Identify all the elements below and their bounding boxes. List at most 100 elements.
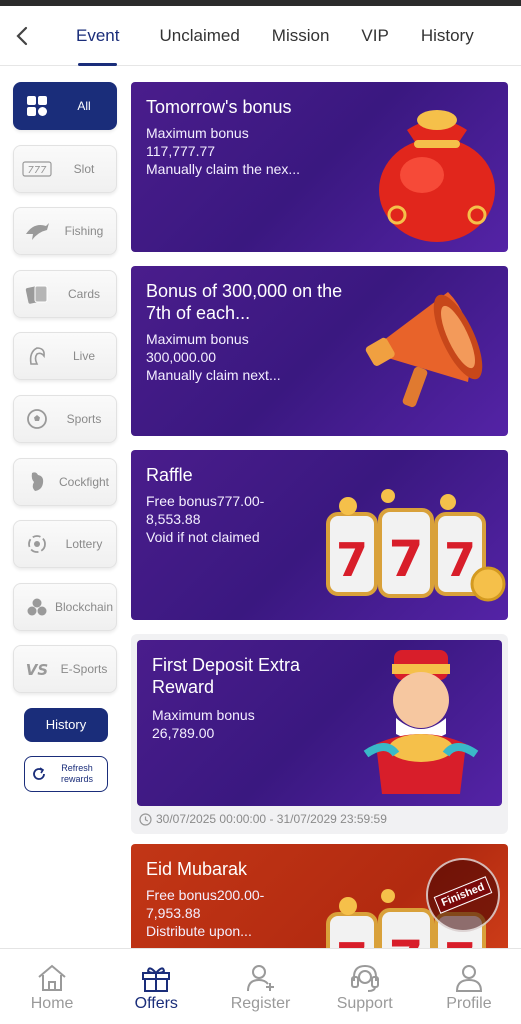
card-line: Free bonus777.00- (146, 493, 265, 509)
gift-icon (142, 967, 171, 992)
event-card-eid-mubarak[interactable]: Eid Mubarak Free bonus200.00- 7,953.88 D… (131, 844, 508, 948)
event-date-range: 30/07/2025 00:00:00 - 31/07/2029 23:59:5… (137, 806, 502, 828)
svg-text:7: 7 (389, 930, 424, 948)
nav-offers[interactable]: Offers (104, 949, 208, 1024)
tab-vip[interactable]: VIP (349, 6, 400, 66)
main-content: All 777 Slot Fishing Cards Live Sports C… (0, 66, 521, 948)
category-esports[interactable]: VS E-Sports (13, 645, 117, 694)
tab-unclaimed[interactable]: Unclaimed (147, 6, 251, 66)
fish-icon (22, 217, 52, 245)
back-button[interactable] (0, 6, 44, 66)
category-label: Cockfight (58, 474, 110, 489)
category-cards[interactable]: Cards (13, 269, 117, 318)
svg-text:7: 7 (444, 933, 476, 948)
event-card-tomorrows-bonus[interactable]: Tomorrow's bonus Maximum bonus 117,777.7… (131, 82, 508, 252)
category-label: E-Sports (60, 662, 108, 677)
category-label: Lottery (65, 537, 103, 552)
top-navigation: Event Unclaimed Mission VIP History (0, 6, 521, 66)
nav-label: Register (230, 995, 291, 1012)
card-line: 300,000.00 (146, 349, 217, 365)
add-user-icon (246, 965, 274, 992)
category-label: Sports (66, 411, 102, 426)
svg-text:7: 7 (389, 530, 424, 588)
card-line: Maximum bonus (146, 331, 249, 347)
card-line: Manually claim next... (146, 367, 281, 383)
category-live[interactable]: Live (13, 332, 117, 381)
refresh-rewards-button[interactable]: Refresh rewards (24, 755, 108, 792)
category-sidebar: All 777 Slot Fishing Cards Live Sports C… (13, 82, 119, 792)
card-title: First Deposit Extra Reward (152, 655, 301, 697)
nav-label: Profile (446, 995, 492, 1012)
event-card-raffle[interactable]: Raffle Free bonus777.00- 8,553.88 Void i… (131, 450, 508, 620)
event-card-first-deposit-wrapper: First Deposit Extra Reward Maximum bonus… (131, 634, 508, 834)
fortune-god-icon (363, 650, 479, 794)
card-line: 7,953.88 (146, 905, 201, 921)
svg-text:7: 7 (336, 533, 368, 587)
tab-mission[interactable]: Mission (260, 6, 342, 66)
category-all[interactable]: All (13, 82, 117, 130)
nav-home[interactable]: Home (0, 949, 104, 1024)
category-label: Live (72, 349, 95, 364)
headset-icon (350, 964, 379, 992)
nav-profile[interactable]: Profile (417, 949, 521, 1024)
card-line: 26,789.00 (152, 725, 215, 741)
svg-text:7: 7 (444, 533, 476, 587)
card-title: Bonus of 300,000 on the 7th of each... (146, 281, 343, 323)
chevron-left-icon (16, 26, 28, 45)
card-line: 8,553.88 (146, 511, 201, 527)
tab-history[interactable]: History (409, 6, 486, 66)
card-title: Eid Mubarak (146, 859, 248, 879)
slot-reels-icon: 7 7 7 (326, 489, 506, 602)
slot-777-icon: 777 (22, 155, 52, 183)
nav-support[interactable]: Support (313, 949, 417, 1024)
soccer-ball-icon (22, 405, 52, 433)
card-line: Maximum bonus (152, 707, 255, 723)
card-line: 117,777.77 (146, 143, 216, 159)
category-lottery[interactable]: Lottery (13, 520, 117, 569)
event-card-monthly-bonus[interactable]: Bonus of 300,000 on the 7th of each... M… (131, 266, 508, 436)
card-title: Tomorrow's bonus (146, 97, 292, 117)
card-line: Void if not claimed (146, 529, 260, 545)
category-blockchain[interactable]: Blockchain (13, 582, 117, 631)
category-label: Slot (73, 161, 95, 176)
svg-text:7: 7 (336, 933, 368, 948)
nav-label: Home (30, 995, 74, 1012)
refresh-label-line2: rewards (60, 773, 93, 784)
svg-text:VS: VS (26, 661, 48, 678)
bottom-navigation: Home Offers Register Support Profile (0, 948, 521, 1024)
category-label: All (77, 99, 91, 113)
category-label: Blockchain (54, 599, 114, 614)
card-line: Free bonus200.00- (146, 887, 265, 903)
megaphone-icon (365, 292, 483, 408)
history-button[interactable]: History (24, 707, 108, 742)
nav-label: Support (336, 995, 393, 1012)
nav-label: Offers (134, 995, 178, 1012)
refresh-icon (33, 767, 45, 780)
category-label: Fishing (64, 224, 104, 239)
vs-icon: VS (22, 655, 52, 683)
clock-icon (139, 812, 152, 826)
card-title: Raffle (146, 465, 193, 485)
category-fishing[interactable]: Fishing (13, 207, 117, 256)
dealer-icon (22, 342, 52, 370)
category-sports[interactable]: Sports (13, 394, 117, 443)
event-card-first-deposit[interactable]: First Deposit Extra Reward Maximum bonus… (137, 640, 502, 806)
svg-text:777: 777 (27, 165, 47, 176)
category-cockfight[interactable]: Cockfight (13, 457, 117, 506)
nav-register[interactable]: Register (208, 949, 312, 1024)
rooster-icon (22, 468, 52, 496)
lottery-icon (22, 530, 52, 558)
refresh-label-line1: Refresh (61, 762, 93, 773)
event-list: Tomorrow's bonus Maximum bonus 117,777.7… (131, 82, 508, 948)
cards-icon (22, 280, 52, 308)
category-slot[interactable]: 777 Slot (13, 144, 117, 193)
category-label: Cards (67, 286, 100, 301)
user-icon (455, 965, 482, 992)
home-icon (38, 964, 66, 991)
tab-event[interactable]: Event (64, 6, 131, 66)
blockchain-icon (22, 593, 52, 621)
date-range-text: 30/07/2025 00:00:00 - 31/07/2029 23:59:5… (156, 812, 387, 826)
grid-icon (22, 92, 52, 120)
card-line: Maximum bonus (146, 125, 249, 141)
finished-label: Finished (434, 876, 492, 914)
